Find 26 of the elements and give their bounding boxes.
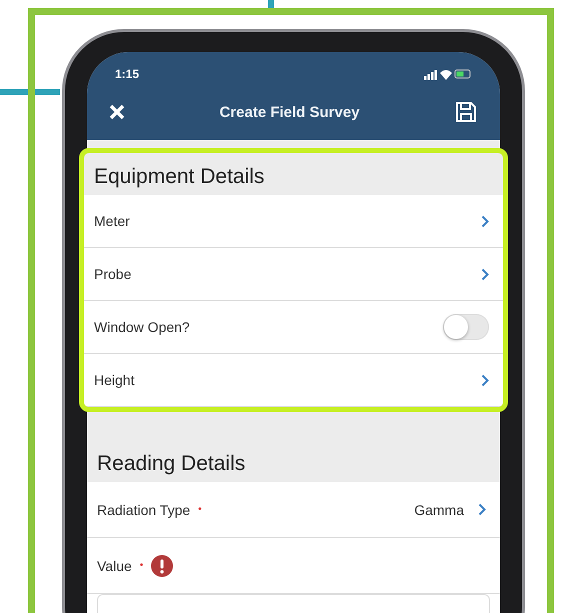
status-time: 1:15 [115, 67, 140, 81]
list-row[interactable]: Radiation Type • Gamma [87, 482, 500, 538]
screen-title: Create Field Survey [219, 104, 360, 120]
field-label: Probe [94, 266, 132, 282]
field-label: Radiation Type [97, 502, 190, 518]
section-heading: Reading Details [96, 451, 246, 477]
field-label: Window Open? [94, 319, 190, 335]
chevron-icon [481, 374, 489, 386]
field-label: Meter [94, 213, 130, 229]
field-label: Height [94, 372, 134, 388]
section-heading: Equipment Details [93, 164, 266, 190]
field-value: Gamma [414, 502, 464, 518]
list-row[interactable]: Meter [84, 195, 503, 248]
list-row[interactable]: Probe [84, 248, 503, 301]
list-row[interactable]: Height [84, 354, 503, 407]
chevron-icon [481, 214, 489, 228]
status-icons [424, 68, 472, 80]
toggle-switch[interactable] [443, 314, 489, 340]
required-mark: • [140, 560, 144, 571]
close-button[interactable] [109, 104, 125, 120]
error-icon [151, 554, 174, 576]
chevron-icon [478, 503, 486, 516]
required-mark: • [198, 504, 202, 515]
save-button[interactable] [454, 100, 478, 124]
chevron-icon [481, 268, 489, 280]
field-label: Value [97, 558, 132, 574]
